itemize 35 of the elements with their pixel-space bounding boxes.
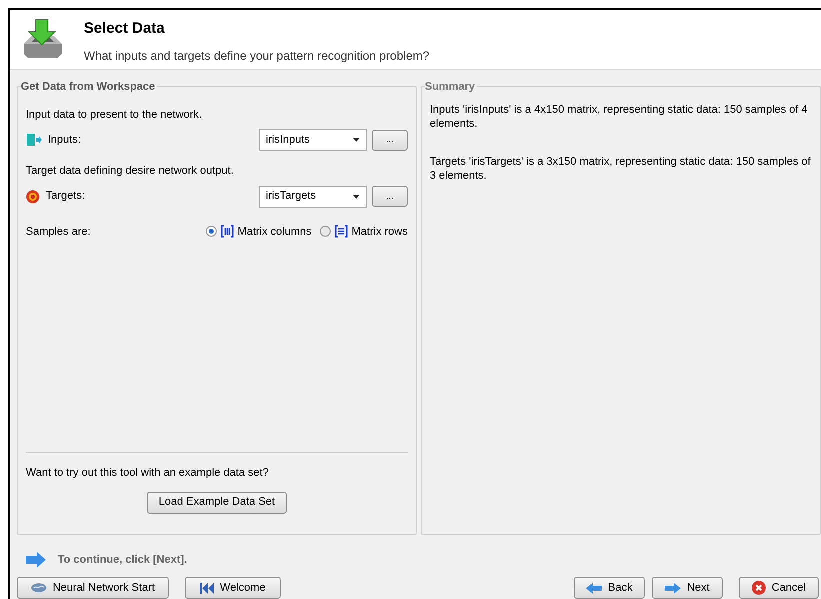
dropdown-caret-icon — [353, 194, 360, 199]
samples-radio[interactable]: Matrix columns — [206, 224, 312, 240]
cancel-icon — [752, 581, 766, 595]
page-title: Select Data — [84, 19, 166, 39]
nav-button[interactable]: Cancel — [739, 577, 819, 599]
target-icon — [26, 190, 40, 204]
rows-icon — [334, 225, 348, 238]
nav-button[interactable]: Back — [574, 577, 645, 599]
example-prompt: Want to try out this tool with an example data set? — [26, 466, 270, 481]
page-subtitle: What inputs and targets define your pattern recognition problem? — [84, 48, 430, 64]
download-tray-icon — [22, 18, 64, 60]
field-hint: Target data defining desire network output. — [26, 164, 235, 180]
load-example-button[interactable]: Load Example Data Set — [147, 492, 287, 514]
nav-button[interactable]: Neural Network Start — [17, 577, 169, 599]
rewind-icon — [200, 582, 214, 594]
left-arrow-icon — [586, 582, 602, 594]
variable-dropdown[interactable]: irisInputs — [259, 129, 367, 152]
field-label: Inputs: — [48, 132, 82, 148]
nav-button[interactable]: Next — [652, 577, 723, 599]
continue-hint: To continue, click [Next]. — [58, 552, 188, 568]
nav-button[interactable]: Welcome — [185, 577, 281, 599]
input-door-icon — [26, 133, 42, 148]
browse-button[interactable]: ... — [372, 130, 408, 151]
right-arrow-icon — [665, 582, 682, 594]
summary-text: Inputs 'irisInputs' is a 4x150 matrix, representing static data: 150 samples of 4 elements. — [430, 102, 809, 131]
summary-text: Targets 'irisTargets' is a 3x150 matrix, representing static data: 150 samples of 3 elements. — [430, 154, 812, 183]
samples-radio[interactable]: Matrix rows — [320, 224, 408, 240]
right-arrow-icon — [26, 552, 46, 568]
browse-button[interactable]: ... — [372, 186, 408, 208]
columns-icon — [220, 225, 234, 238]
field-label: Targets: — [46, 189, 86, 204]
dropdown-caret-icon — [353, 138, 360, 142]
field-hint: Input data to present to the network. — [26, 108, 204, 123]
samples-label: Samples are: — [26, 224, 92, 240]
variable-dropdown[interactable]: irisTargets — [259, 186, 367, 208]
